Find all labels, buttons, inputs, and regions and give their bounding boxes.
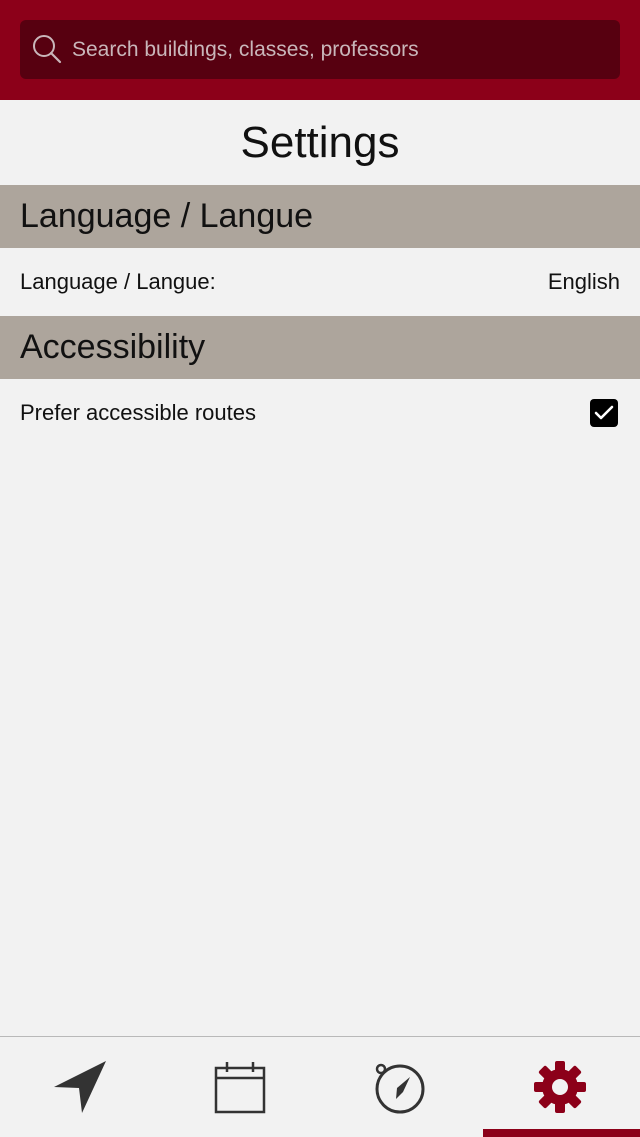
tab-calendar[interactable] (160, 1037, 320, 1137)
accessible-routes-label: Prefer accessible routes (20, 400, 256, 425)
compass-icon (375, 1063, 425, 1114)
accessible-routes-checkbox[interactable] (590, 399, 618, 427)
page-title: Settings (240, 117, 400, 167)
bottom-tab-bar (0, 1036, 640, 1137)
language-row[interactable]: Language / Langue: English (0, 248, 640, 316)
checkmark-icon (594, 405, 614, 420)
section-header-language: Language / Langue (0, 185, 640, 248)
search-input[interactable] (72, 20, 602, 79)
navigation-arrow-icon (54, 1061, 106, 1113)
calendar-icon (214, 1062, 266, 1114)
section-header-accessibility: Accessibility (0, 316, 640, 379)
language-row-label: Language / Langue: (20, 269, 216, 294)
tab-settings[interactable] (480, 1037, 640, 1137)
gear-icon (534, 1061, 586, 1113)
accessible-routes-row[interactable]: Prefer accessible routes (0, 379, 640, 447)
tab-explore[interactable] (320, 1037, 480, 1137)
search-icon (33, 35, 62, 64)
tab-navigation[interactable] (0, 1037, 160, 1137)
language-row-value[interactable]: English (548, 269, 620, 295)
